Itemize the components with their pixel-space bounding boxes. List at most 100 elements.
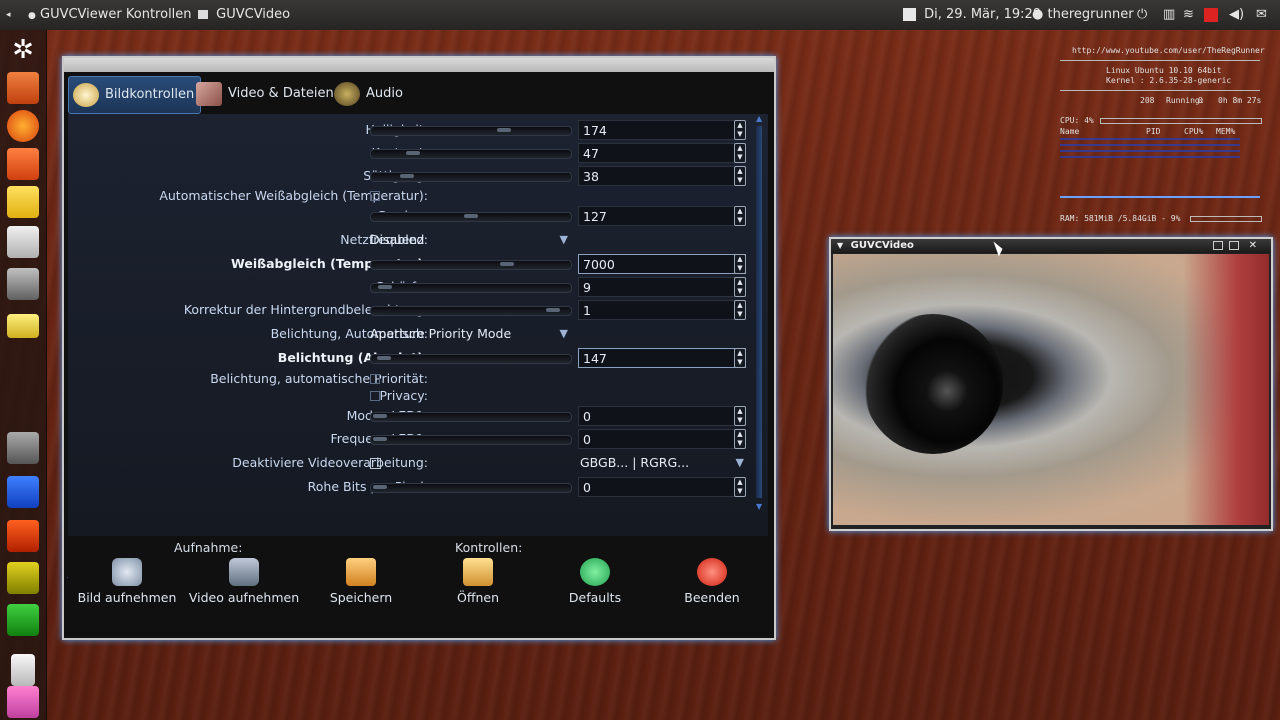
notes-icon[interactable] xyxy=(7,186,39,218)
firefox-icon[interactable] xyxy=(7,110,39,142)
checkbox[interactable] xyxy=(370,374,380,384)
tab-video-files[interactable]: Video & Dateien xyxy=(192,76,340,112)
control-slider[interactable] xyxy=(370,483,572,493)
spin-arrows-icon[interactable]: ▲ ▼ xyxy=(734,166,746,186)
volume-icon[interactable]: ◀) xyxy=(1229,0,1244,30)
control-slider[interactable] xyxy=(370,260,572,270)
ubuntu-logo-icon[interactable]: ✲ xyxy=(7,34,39,66)
beenden-button[interactable]: Beenden xyxy=(653,554,771,612)
files-icon[interactable] xyxy=(7,314,39,338)
conky-uptime: 0h 8m 27s xyxy=(1218,96,1262,105)
refresh-icon xyxy=(580,558,610,586)
spin-arrows-icon[interactable]: ▲ ▼ xyxy=(734,300,746,320)
scroll-up-icon[interactable]: ▲ xyxy=(756,114,762,123)
value-spinbox[interactable]: 127 xyxy=(578,206,746,226)
tab-image-controls[interactable]: Bildkontrollen xyxy=(68,76,202,114)
power-icon[interactable]: ⏻ xyxy=(1137,0,1147,30)
maximize-icon[interactable] xyxy=(1229,241,1239,250)
value-spinbox[interactable]: 0 xyxy=(578,406,746,426)
user-menu[interactable]: ● theregrunner xyxy=(1032,0,1134,30)
minimize-icon[interactable] xyxy=(1213,241,1223,250)
slider-knob[interactable] xyxy=(500,262,515,266)
value-spinbox[interactable]: 7000 xyxy=(578,254,746,274)
pink-app-icon[interactable] xyxy=(7,686,39,718)
system-tools-icon[interactable] xyxy=(7,268,39,300)
bild-aufnehmen-button[interactable]: Bild aufnehmen xyxy=(68,554,186,612)
software-center-icon[interactable] xyxy=(7,148,39,180)
dropdown[interactable]: GBGB... | RGRG... ▼ xyxy=(580,452,746,474)
checkbox[interactable] xyxy=(370,391,380,401)
spin-arrows-icon[interactable]: ▲ ▼ xyxy=(734,254,746,274)
control-slider[interactable] xyxy=(370,212,572,222)
spin-arrows-icon[interactable]: ▲ ▼ xyxy=(734,348,746,368)
value-spinbox[interactable]: 147 xyxy=(578,348,746,368)
spin-arrows-icon[interactable]: ▲ ▼ xyxy=(734,277,746,297)
value-spinbox[interactable]: 47 xyxy=(578,143,746,163)
wifi-icon[interactable]: ≋ xyxy=(1183,0,1194,30)
conky-cpu: CPU: 4% xyxy=(1060,116,1094,125)
scroll-down-icon[interactable]: ▼ xyxy=(756,502,762,511)
mail-icon[interactable]: ✉ xyxy=(1256,0,1267,30)
slider-knob[interactable] xyxy=(376,356,391,360)
spin-arrows-icon[interactable]: ▲ ▼ xyxy=(734,206,746,226)
spin-arrows-icon[interactable]: ▲ ▼ xyxy=(734,477,746,497)
taskbar-guvcvideo[interactable]: GUVCVideo xyxy=(198,0,290,30)
defaults-button[interactable]: Defaults xyxy=(536,554,654,612)
slider-knob[interactable] xyxy=(400,174,415,178)
dropdown[interactable]: Aperture Priority Mode ▼ xyxy=(370,323,570,345)
spin-arrows-icon[interactable]: ▲ ▼ xyxy=(734,143,746,163)
blue-app-icon[interactable] xyxy=(7,476,39,508)
value-spinbox[interactable]: 0 xyxy=(578,429,746,449)
control-slider[interactable] xyxy=(370,283,572,293)
slider-knob[interactable] xyxy=(378,285,393,289)
window-menu-icon[interactable]: ▼ xyxy=(837,241,843,250)
control-slider[interactable] xyxy=(370,354,572,364)
slider-knob[interactable] xyxy=(545,308,560,312)
checkbox[interactable] xyxy=(370,458,381,469)
value-spinbox[interactable]: 1 xyxy=(578,300,746,320)
spin-arrows-icon[interactable]: ▲ ▼ xyxy=(734,429,746,449)
archive-icon[interactable] xyxy=(7,226,39,258)
red-app-icon[interactable] xyxy=(7,520,39,552)
slider-knob[interactable] xyxy=(373,437,387,441)
control-slider[interactable] xyxy=(370,412,572,422)
video-window-titlebar[interactable]: ▼ GUVCVideo ✕ xyxy=(831,239,1271,253)
yellow-app-icon[interactable] xyxy=(7,562,39,594)
home-folder-icon[interactable] xyxy=(7,72,39,104)
slider-knob[interactable] xyxy=(496,128,511,132)
tab-audio[interactable]: Audio xyxy=(330,76,409,112)
workspace-icon[interactable] xyxy=(7,432,39,464)
control-slider[interactable] xyxy=(370,435,572,445)
vertical-scrollbar[interactable]: ▲ ▼ xyxy=(754,114,766,514)
controls-window-titlebar[interactable] xyxy=(64,58,774,72)
value-spinbox[interactable]: 0 xyxy=(578,477,746,497)
speichern-button[interactable]: Speichern xyxy=(302,554,420,612)
scroll-thumb[interactable] xyxy=(756,126,762,498)
notification-icon[interactable] xyxy=(1204,8,1218,22)
menu-arrow-icon[interactable]: ◂ xyxy=(6,0,11,30)
green-app-icon[interactable] xyxy=(7,604,39,636)
close-window-icon[interactable]: ✕ xyxy=(1249,239,1257,253)
value-spinbox[interactable]: 174 xyxy=(578,120,746,140)
trash-icon[interactable] xyxy=(11,654,35,686)
value-spinbox[interactable]: 9 xyxy=(578,277,746,297)
network-icon[interactable]: ▥ xyxy=(1163,0,1175,30)
video-aufnehmen-button[interactable]: Video aufnehmen xyxy=(185,554,303,612)
spin-arrows-icon[interactable]: ▲ ▼ xyxy=(734,120,746,140)
control-slider[interactable] xyxy=(370,172,572,182)
slider-knob[interactable] xyxy=(405,151,420,155)
slider-knob[interactable] xyxy=(373,414,387,418)
clock[interactable]: Di, 29. Mär, 19:29 xyxy=(903,0,1041,30)
control-slider[interactable] xyxy=(370,126,572,136)
control-slider[interactable] xyxy=(370,149,572,159)
value-spinbox[interactable]: 38 xyxy=(578,166,746,186)
dropdown[interactable]: Disabled ▼ xyxy=(370,229,570,251)
control-row: Frequenz LED1:0▲▼ xyxy=(68,428,758,450)
taskbar-guvcviewer-controls[interactable]: ● GUVCViewer Kontrollen xyxy=(28,0,192,30)
öffnen-button[interactable]: Öffnen xyxy=(419,554,537,612)
spin-arrows-icon[interactable]: ▲ ▼ xyxy=(734,406,746,426)
control-slider[interactable] xyxy=(370,306,572,316)
checkbox[interactable] xyxy=(370,191,380,201)
slider-knob[interactable] xyxy=(373,485,387,489)
slider-knob[interactable] xyxy=(464,214,478,218)
